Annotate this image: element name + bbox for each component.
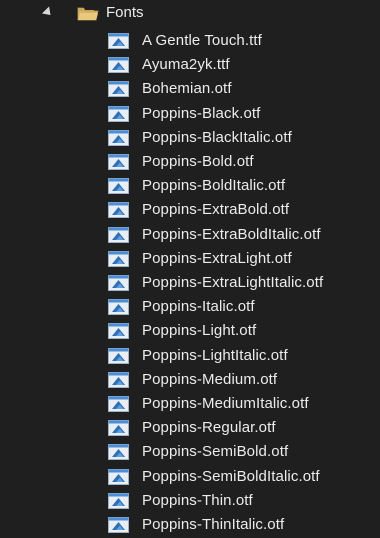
tree-node-file[interactable]: Poppins-BlackItalic.otf <box>0 126 380 150</box>
folder-label: Fonts <box>106 4 144 21</box>
tree-node-file[interactable]: Poppins-Medium.otf <box>0 368 380 392</box>
tree-node-file[interactable]: Poppins-Bold.otf <box>0 150 380 174</box>
tree-node-file[interactable]: Poppins-Thin.otf <box>0 489 380 513</box>
tree-node-file[interactable]: Poppins-MediumItalic.otf <box>0 392 380 416</box>
font-file-icon <box>108 154 129 170</box>
tree-node-file[interactable]: Poppins-ThinItalic.otf <box>0 513 380 537</box>
file-label: Poppins-MediumItalic.otf <box>142 395 309 412</box>
font-file-icon <box>108 226 129 243</box>
folder-open-icon <box>77 7 99 21</box>
font-file-icon <box>108 81 129 98</box>
tree-node-file[interactable]: Poppins-ExtraLightItalic.otf <box>0 271 380 295</box>
tree-node-file[interactable]: Poppins-LightItalic.otf <box>0 344 380 368</box>
font-file-icon <box>108 492 129 509</box>
file-label: Poppins-SemiBold.otf <box>142 443 289 461</box>
font-file-icon <box>108 396 129 412</box>
tree-node-file[interactable]: Poppins-Regular.otf <box>0 416 380 440</box>
tree-node-file[interactable]: Poppins-ExtraLight.otf <box>0 247 380 271</box>
tree-node-file[interactable]: Poppins-Black.otf <box>0 102 380 126</box>
file-label: Poppins-Italic.otf <box>142 298 255 316</box>
file-label: A Gentle Touch.ttf <box>142 32 262 49</box>
file-label: Poppins-Black.otf <box>142 104 261 122</box>
font-file-icon <box>108 105 129 122</box>
file-label: Bohemian.otf <box>142 80 232 98</box>
tree-node-file[interactable]: Poppins-ExtraBoldItalic.otf <box>0 223 380 247</box>
font-file-icon <box>108 420 129 437</box>
font-file-icon <box>108 250 129 267</box>
tree-node-file[interactable]: Poppins-ExtraBold.otf <box>0 198 380 222</box>
tree-node-fonts-folder[interactable]: Fonts <box>0 3 380 27</box>
font-file-icon <box>108 129 129 146</box>
font-file-icon <box>108 323 129 340</box>
file-label: Poppins-SemiBoldItalic.otf <box>142 467 320 485</box>
file-label: Poppins-ThinItalic.otf <box>142 516 285 533</box>
font-file-icon <box>108 275 129 291</box>
tree-node-file[interactable]: Poppins-SemiBold.otf <box>0 440 380 464</box>
tree-node-file[interactable]: A Gentle Touch.ttf <box>0 29 380 53</box>
font-file-icon <box>108 468 129 485</box>
font-file-icon <box>108 178 129 195</box>
tree-node-file[interactable]: Poppins-Light.otf <box>0 319 380 343</box>
font-file-icon <box>108 347 129 364</box>
file-label: Poppins-Medium.otf <box>142 370 278 388</box>
file-label: Poppins-Bold.otf <box>142 153 254 170</box>
expander-expanded-icon[interactable] <box>41 6 55 19</box>
file-label: Poppins-ExtraLight.otf <box>142 249 292 267</box>
file-label: Ayuma2yk.ttf <box>142 56 230 74</box>
file-label: Poppins-Light.otf <box>142 322 257 340</box>
file-label: Poppins-ExtraLightItalic.otf <box>142 274 324 291</box>
font-file-icon <box>108 444 129 461</box>
file-label: Poppins-ExtraBold.otf <box>142 201 290 219</box>
font-file-icon <box>108 371 129 388</box>
tree-node-file[interactable]: Poppins-Italic.otf <box>0 295 380 319</box>
file-label: Poppins-LightItalic.otf <box>142 346 288 364</box>
font-file-icon <box>108 517 129 533</box>
file-label: Poppins-BlackItalic.otf <box>142 128 292 146</box>
tree-node-file[interactable]: Poppins-BoldItalic.otf <box>0 174 380 198</box>
tree-node-file[interactable]: Bohemian.otf <box>0 77 380 101</box>
file-label: Poppins-ExtraBoldItalic.otf <box>142 225 321 243</box>
file-label: Poppins-Thin.otf <box>142 491 253 509</box>
font-file-icon <box>108 57 129 74</box>
file-label: Poppins-BoldItalic.otf <box>142 177 286 195</box>
font-file-icon <box>108 33 129 49</box>
tree-node-file[interactable]: Ayuma2yk.ttf <box>0 53 380 77</box>
font-file-icon <box>108 202 129 219</box>
solution-explorer-tree: Fonts A Gentle Touch.ttf Ayuma2yk.ttf Bohe… <box>0 0 380 538</box>
font-file-icon <box>108 299 129 316</box>
file-label: Poppins-Regular.otf <box>142 419 276 437</box>
tree-node-file[interactable]: Poppins-SemiBoldItalic.otf <box>0 465 380 489</box>
